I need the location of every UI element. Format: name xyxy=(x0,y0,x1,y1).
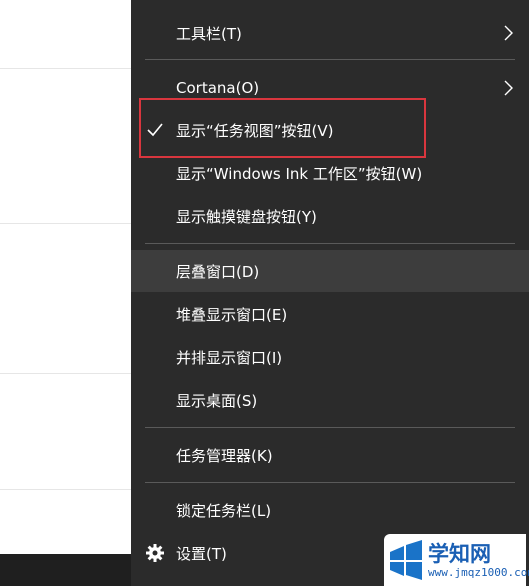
menu-item-label: 任务管理器(K) xyxy=(176,446,273,465)
background-window xyxy=(0,0,131,586)
menu-item-label: 堆叠显示窗口(E) xyxy=(176,305,288,324)
menu-item-label: 层叠窗口(D) xyxy=(176,262,260,281)
checkmark-icon xyxy=(147,123,163,137)
menu-item-label: 工具栏(T) xyxy=(176,24,242,43)
menu-item-label: 显示“Windows Ink 工作区”按钮(W) xyxy=(176,164,423,183)
menu-item-show-task-view-button[interactable]: 显示“任务视图”按钮(V) xyxy=(131,109,529,151)
menu-item-show-touch-keyboard-button[interactable]: 显示触摸键盘按钮(Y) xyxy=(131,195,529,237)
taskbar-context-menu: 工具栏(T) Cortana(O) 显示“任务视图”按钮(V) 显示“Windo… xyxy=(131,0,529,586)
menu-item-label: 并排显示窗口(I) xyxy=(176,348,283,367)
menu-separator xyxy=(145,243,515,244)
menu-separator xyxy=(145,427,515,428)
menu-item-label: 显示桌面(S) xyxy=(176,391,258,410)
menu-item-show-desktop[interactable]: 显示桌面(S) xyxy=(131,379,529,421)
menu-item-task-manager[interactable]: 任务管理器(K) xyxy=(131,434,529,476)
menu-separator xyxy=(145,59,515,60)
menu-item-side-by-side-windows[interactable]: 并排显示窗口(I) xyxy=(131,336,529,378)
menu-item-label: 设置(T) xyxy=(176,544,227,563)
watermark: 学知网 www.jmqz1000.com xyxy=(384,534,529,586)
divider xyxy=(0,373,131,374)
menu-item-cascade-windows[interactable]: 层叠窗口(D) xyxy=(131,250,529,292)
menu-item-toolbars[interactable]: 工具栏(T) xyxy=(131,12,529,54)
menu-item-label: 锁定任务栏(L) xyxy=(176,501,272,520)
gear-icon xyxy=(146,544,164,562)
divider xyxy=(0,489,131,490)
menu-item-show-windows-ink-button[interactable]: 显示“Windows Ink 工作区”按钮(W) xyxy=(131,152,529,194)
menu-item-stack-windows[interactable]: 堆叠显示窗口(E) xyxy=(131,293,529,335)
menu-item-label: 显示触摸键盘按钮(Y) xyxy=(176,207,317,226)
menu-item-cortana[interactable]: Cortana(O) xyxy=(131,67,529,109)
divider xyxy=(0,68,131,69)
windows-logo-icon xyxy=(390,540,422,580)
watermark-url: www.jmqz1000.com xyxy=(428,566,529,579)
taskbar[interactable] xyxy=(0,554,131,586)
chevron-right-icon xyxy=(504,80,513,96)
menu-separator xyxy=(145,482,515,483)
menu-item-lock-taskbar[interactable]: 锁定任务栏(L) xyxy=(131,489,529,531)
menu-item-label: Cortana(O) xyxy=(176,79,260,97)
chevron-right-icon xyxy=(504,25,513,41)
menu-item-label: 显示“任务视图”按钮(V) xyxy=(176,121,334,140)
watermark-brand: 学知网 xyxy=(428,542,491,566)
divider xyxy=(0,223,131,224)
